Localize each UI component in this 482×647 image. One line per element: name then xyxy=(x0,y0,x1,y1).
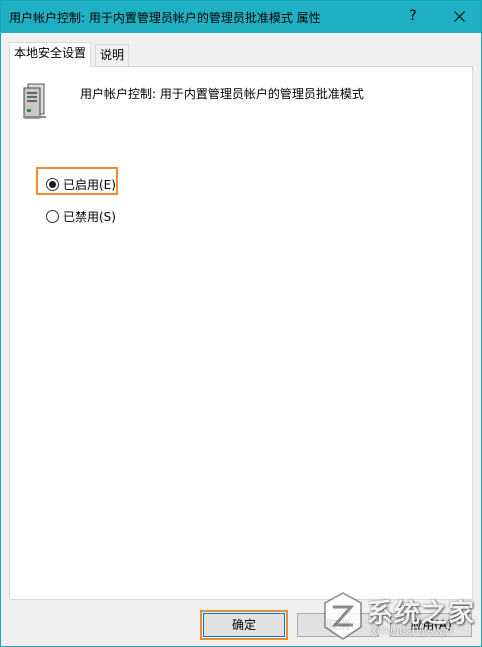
properties-dialog: 用户帐户控制: 用于内置管理员帐户的管理员批准模式 属性 ? 本地安全设置 说明… xyxy=(0,0,482,647)
tab-local-security-setting[interactable]: 本地安全设置 xyxy=(9,42,92,67)
policy-title: 用户帐户控制: 用于内置管理员帐户的管理员批准模式 xyxy=(80,87,364,101)
radio-disabled-indicator[interactable] xyxy=(46,209,59,223)
apply-button[interactable]: 应用(A) xyxy=(390,613,472,637)
close-button[interactable] xyxy=(437,1,481,33)
tab-panel: 用户帐户控制: 用于内置管理员帐户的管理员批准模式 已启用(E) 已禁用(S) xyxy=(9,66,473,600)
radio-disabled-label: 已禁用(S) xyxy=(63,209,116,224)
server-policy-icon xyxy=(23,83,46,119)
radio-enabled[interactable]: 已启用(E) xyxy=(46,175,116,193)
radio-enabled-label: 已启用(E) xyxy=(63,177,116,192)
ok-button[interactable]: 确定 xyxy=(203,613,285,637)
close-icon xyxy=(453,11,465,22)
radio-disabled[interactable]: 已禁用(S) xyxy=(46,207,116,225)
tab-explain[interactable]: 说明 xyxy=(95,44,130,66)
title-bar[interactable]: 用户帐户控制: 用于内置管理员帐户的管理员批准模式 属性 ? xyxy=(1,1,481,33)
help-button[interactable]: ? xyxy=(391,1,435,33)
window-title: 用户帐户控制: 用于内置管理员帐户的管理员批准模式 属性 xyxy=(9,11,321,25)
help-icon: ? xyxy=(409,8,417,24)
cancel-button[interactable]: 取消 xyxy=(297,613,379,637)
radio-enabled-indicator[interactable] xyxy=(46,177,59,191)
